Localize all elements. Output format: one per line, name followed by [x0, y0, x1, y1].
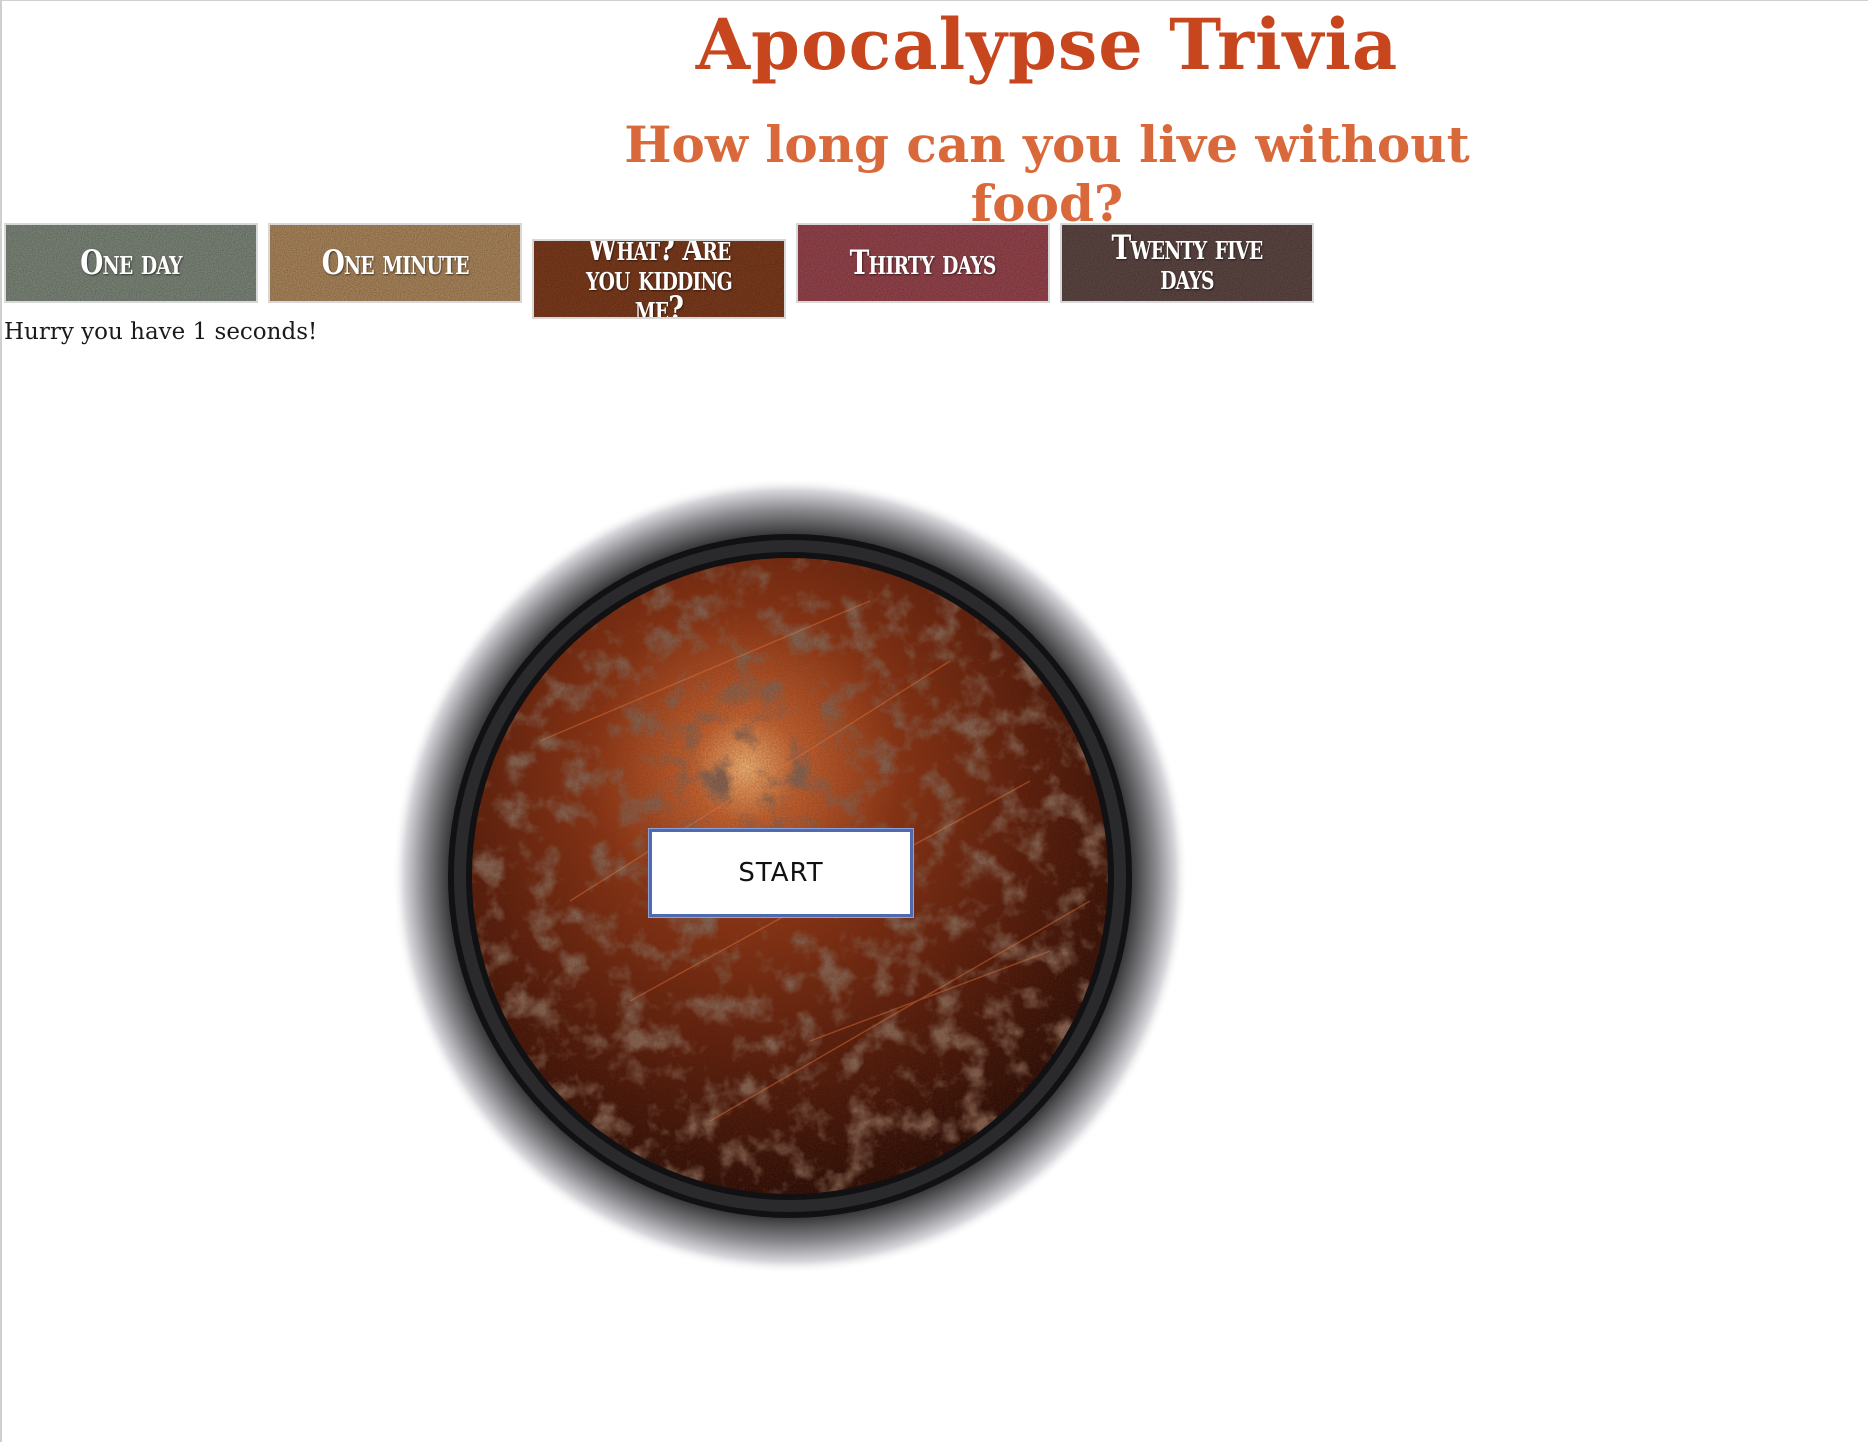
answer-label: Twenty five days: [1111, 228, 1264, 298]
start-button[interactable]: START: [649, 829, 913, 917]
answer-option-one-minute[interactable]: One minute: [268, 223, 522, 303]
question-text: How long can you live without food?: [624, 115, 1470, 233]
page-title: Apocalypse Trivia: [695, 3, 1399, 86]
answer-option-one-day[interactable]: One day: [4, 223, 258, 303]
answer-label: What? Are you kidding me?: [585, 239, 733, 319]
answer-label: One minute: [321, 243, 469, 283]
countdown-text: Hurry you have 1 seconds!: [4, 319, 318, 345]
trivia-page: Apocalypse Trivia How long can you live …: [0, 0, 1868, 1442]
answer-label: Thirty days: [849, 243, 997, 283]
answer-option-thirty-days[interactable]: Thirty days: [796, 223, 1050, 303]
answer-option-twenty-five-days[interactable]: Twenty five days: [1060, 223, 1314, 303]
answer-label: One day: [80, 243, 182, 283]
answer-option-kidding[interactable]: What? Are you kidding me?: [532, 239, 786, 319]
